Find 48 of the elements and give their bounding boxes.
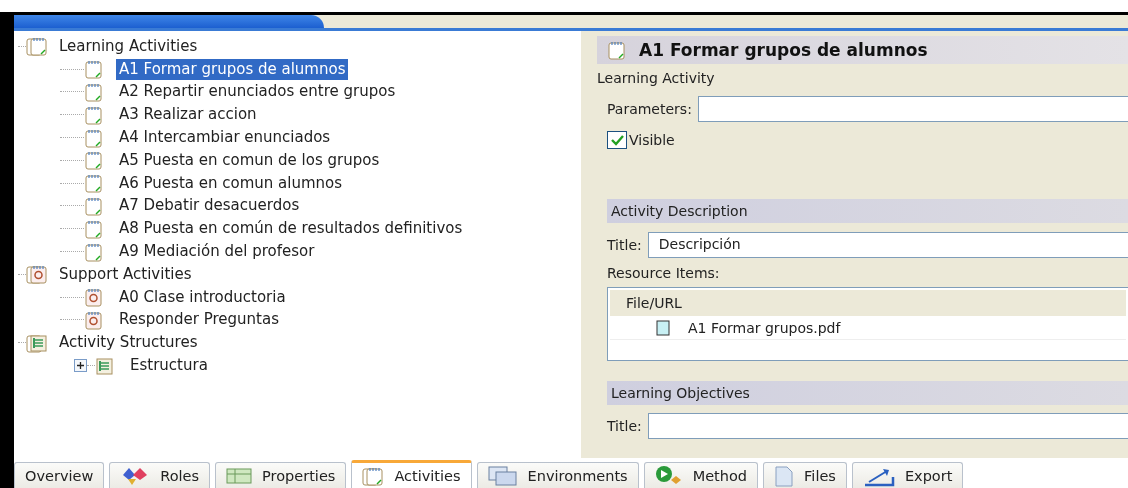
editor-page-tab[interactable]: Overview <box>14 462 105 488</box>
visible-checkbox[interactable] <box>607 131 627 149</box>
check-icon <box>610 134 624 146</box>
title-field[interactable]: Descripción <box>647 232 1128 258</box>
notebooks-icon <box>26 35 48 58</box>
editor-page-tab[interactable]: Environments <box>476 462 639 488</box>
expand-toggle[interactable] <box>74 359 87 373</box>
tree-item[interactable]: Support Activities <box>56 263 195 285</box>
tree-item[interactable]: A8 Puesta en común de resultados definitivos <box>116 218 466 240</box>
editor-page-tab[interactable]: Activities <box>351 460 472 488</box>
form-title: A1 Formar grupos de alumnos <box>639 40 928 60</box>
tree-item[interactable]: Activity Structures <box>56 332 201 354</box>
tree-item[interactable]: Responder Preguntas <box>116 309 282 331</box>
section-header: Activity Description <box>607 199 1128 223</box>
editor-page-tab[interactable]: Properties <box>215 462 347 488</box>
section-header: Learning Objectives <box>607 381 1128 405</box>
tree-item[interactable]: A1 Formar grupos de alumnos <box>116 58 349 80</box>
field-label: Title: <box>607 237 642 253</box>
document-icon <box>774 464 795 487</box>
file-icon <box>656 319 670 336</box>
editor-page-tab[interactable]: Roles <box>109 462 211 488</box>
editor-tab[interactable] <box>14 15 324 28</box>
parameters-field[interactable] <box>697 96 1128 122</box>
tree-item[interactable]: Estructura <box>127 355 211 377</box>
tree-item[interactable]: A0 Clase introductoria <box>116 286 289 308</box>
tree-item[interactable]: A5 Puesta en comun de los grupos <box>116 149 383 171</box>
column-header: File/URL <box>610 290 1126 316</box>
tree-item[interactable]: A6 Puesta en comun alumnos <box>116 172 346 194</box>
table-cell: A1 Formar grupos.pdf <box>688 319 841 336</box>
field-label: Parameters: <box>607 101 692 117</box>
form-subtitle: Learning Activity <box>597 70 716 86</box>
tree-item[interactable]: A9 Mediación del profesor <box>116 241 318 263</box>
windows-icon <box>487 464 518 487</box>
tree-item[interactable]: A2 Repartir enunciados entre grupos <box>116 81 399 103</box>
checkbox-label: Visible <box>629 132 675 148</box>
play-icon <box>654 464 683 487</box>
tree-item[interactable]: A3 Realizar accion <box>116 104 260 126</box>
field-label: Title: <box>607 418 642 434</box>
editor-page-tab[interactable]: Method <box>643 462 759 488</box>
editor-page-tab[interactable]: Files <box>763 462 847 488</box>
plus-icon <box>76 361 85 371</box>
tree-item[interactable]: Learning Activities <box>56 35 201 57</box>
tree-item[interactable]: A7 Debatir desacuerdos <box>116 195 303 217</box>
notebooks-icon <box>26 263 48 286</box>
tree-item[interactable]: A4 Intercambiar enunciados <box>116 127 334 149</box>
editor-page-tab[interactable]: Export <box>851 462 964 488</box>
field-label: Resource Items: <box>607 265 720 281</box>
title-field[interactable] <box>647 413 1128 439</box>
